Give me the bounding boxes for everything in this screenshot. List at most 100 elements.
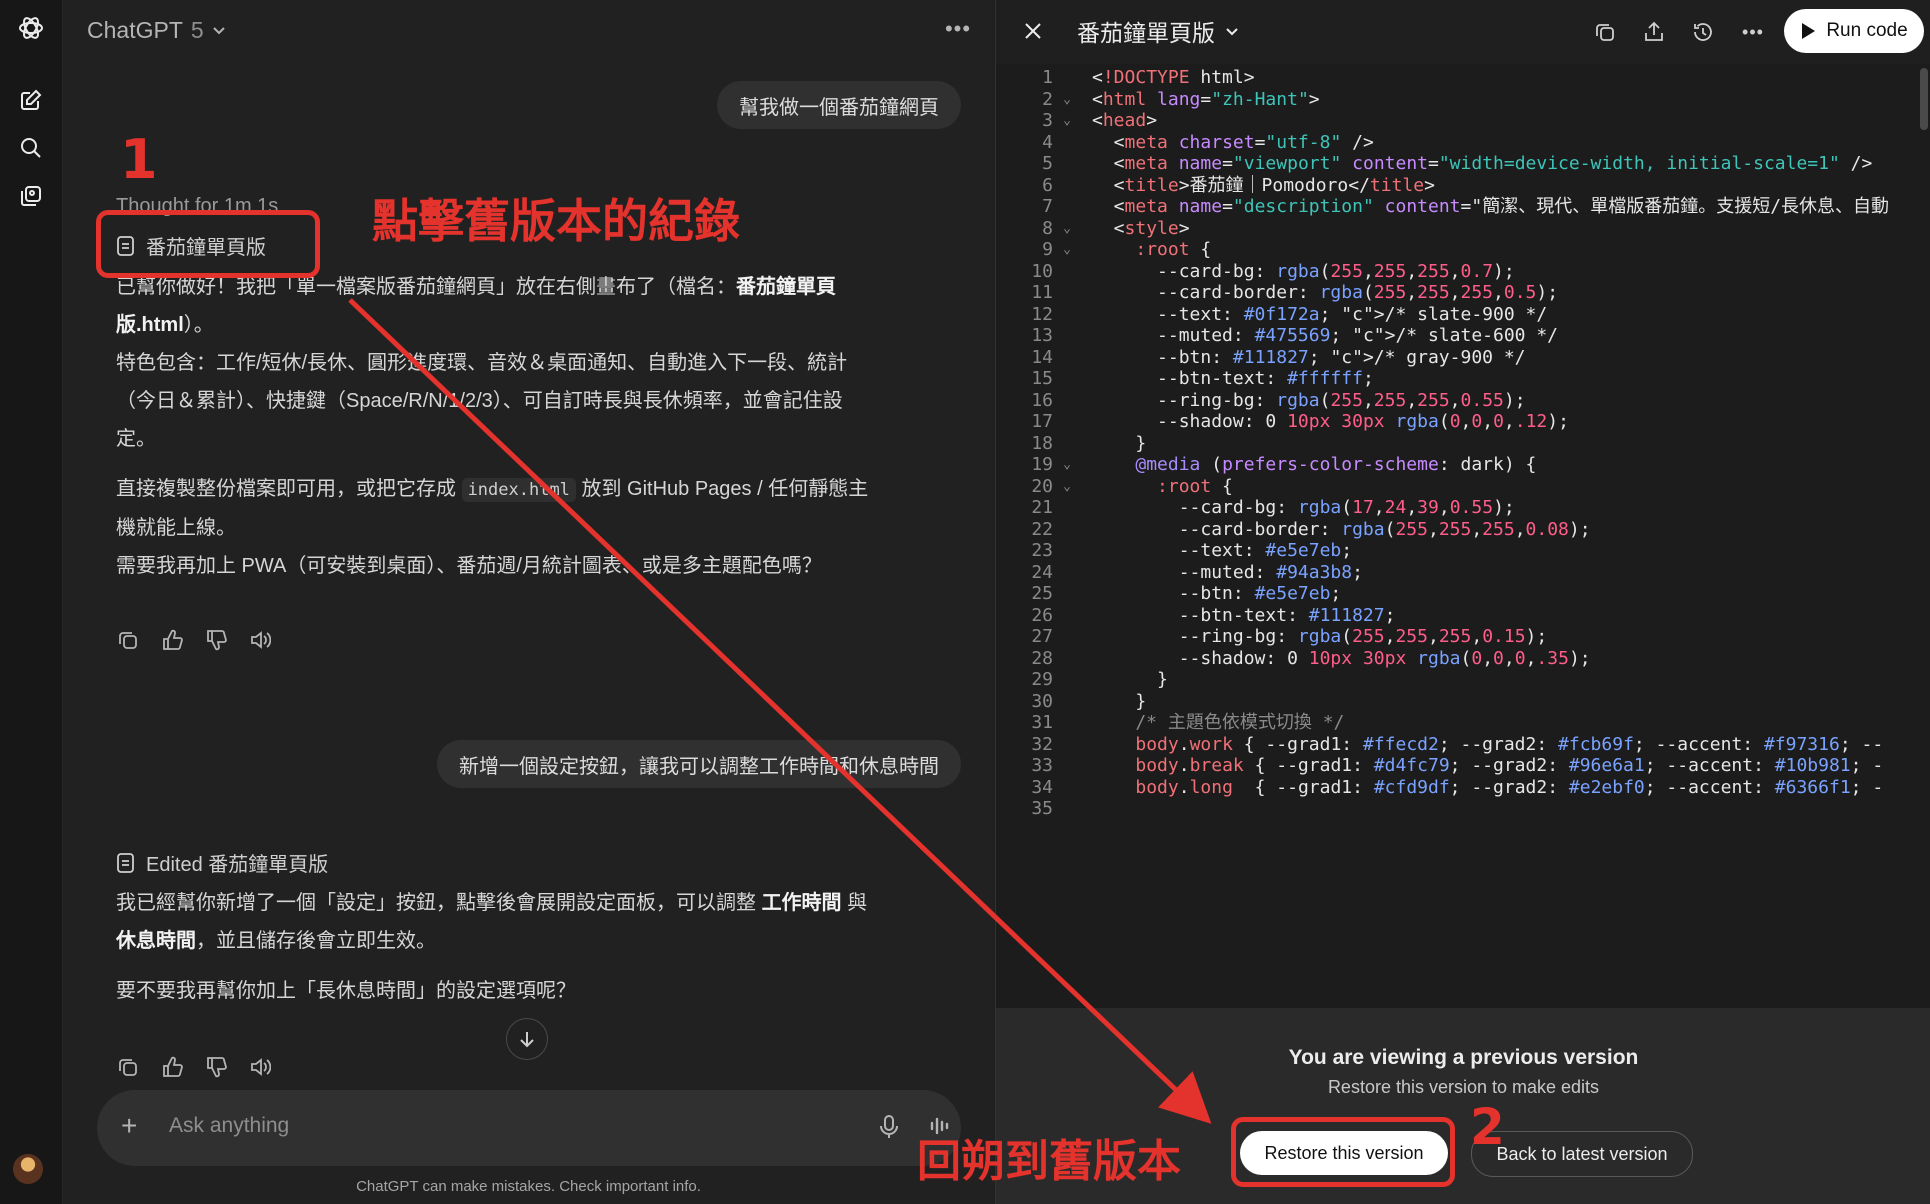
code-line[interactable]: 33 body.break { --grad1: #d4fc79; --grad… (996, 755, 1930, 777)
fold-chevron-icon[interactable]: ⌄ (1058, 476, 1076, 498)
code-text: :root { (1135, 239, 1212, 260)
library-icon[interactable] (13, 178, 49, 214)
code-line[interactable]: 24 --muted: #94a3b8; (996, 562, 1930, 584)
user-message-2: 新增一個設定按鈕，讓我可以調整工作時間和休息時間 (437, 740, 961, 788)
code-line[interactable]: 6 <title>番茄鐘｜Pomodoro</title> (996, 175, 1930, 197)
code-text: <head> (1092, 110, 1158, 131)
history-icon[interactable] (1686, 15, 1720, 49)
code-line[interactable]: 25 --btn: #e5e7eb; (996, 583, 1930, 605)
fold-chevron-icon[interactable]: ⌄ (1058, 239, 1076, 261)
code-text: --btn: #111827; "c">/* gray-900 */ (1092, 346, 1526, 368)
code-line[interactable]: 5 <meta name="viewport" content="width=d… (996, 153, 1930, 175)
document-icon (117, 852, 134, 873)
code-line[interactable]: 20 ⌄ :root { (996, 476, 1930, 498)
line-number: 12 (1031, 303, 1053, 325)
canvas-title[interactable]: 番茄鐘單頁版 (1077, 14, 1239, 48)
code-line[interactable]: 17 --shadow: 0 10px 30px rgba(0,0,0,.12)… (996, 411, 1930, 433)
thumbs-down-icon[interactable] (201, 1052, 231, 1082)
model-version: 5 (190, 16, 204, 43)
code-line[interactable]: 21 --card-bg: rgba(17,24,39,0.55); (996, 497, 1930, 519)
line-number: 26 (1031, 604, 1053, 626)
reply-text: 已幫你做好！我把「單一檔案版番茄鐘網頁」放在右側畫布了（檔名： (116, 276, 736, 298)
code-line[interactable]: 12 --text: #0f172a; "c">/* slate-900 */ (996, 304, 1930, 326)
code-line[interactable]: 31 /* 主題色依模式切換 */ (996, 712, 1930, 734)
annotation-box-artifact (96, 210, 320, 278)
more-options-icon[interactable]: ••• (1736, 15, 1770, 49)
microphone-icon[interactable] (879, 1114, 899, 1145)
code-line[interactable]: 30 } (996, 691, 1930, 713)
code-line[interactable]: 10 --card-bg: rgba(255,255,255,0.7); (996, 261, 1930, 283)
code-line[interactable]: 1 <!DOCTYPE html> (996, 67, 1930, 89)
copy-icon[interactable] (113, 625, 143, 655)
code-line[interactable]: 29 } (996, 669, 1930, 691)
fold-chevron-icon[interactable]: ⌄ (1058, 218, 1076, 240)
code-text: body.long { --grad1: #cfd9df; --grad2: #… (1135, 776, 1884, 798)
line-number: 29 (1031, 669, 1053, 690)
code-line[interactable]: 7 <meta name="description" content="簡潔、現… (996, 196, 1930, 218)
code-line[interactable]: 35 (996, 798, 1930, 820)
code-line[interactable]: 26 --btn-text: #111827; (996, 605, 1930, 627)
more-options-icon[interactable]: ••• (940, 14, 976, 44)
code-editor[interactable]: 1 <!DOCTYPE html> 2 ⌄ <html lang="zh-Hant"> 3… (996, 64, 1930, 1008)
code-line[interactable]: 28 --shadow: 0 10px 30px rgba(0,0,0,.35)… (996, 648, 1930, 670)
model-selector[interactable]: ChatGPT 5 (87, 14, 226, 46)
new-chat-icon[interactable] (13, 82, 49, 118)
code-line[interactable]: 13 --muted: #475569; "c">/* slate-600 */ (996, 325, 1930, 347)
code-line[interactable]: 14 --btn: #111827; "c">/* gray-900 */ (996, 347, 1930, 369)
copy-icon[interactable] (113, 1052, 143, 1082)
composer[interactable]: + Ask anything (97, 1090, 961, 1166)
code-line[interactable]: 19 ⌄ @media (prefers-color-scheme: dark) … (996, 454, 1930, 476)
artifact-label: Edited 番茄鐘單頁版 (146, 854, 329, 876)
line-number: 35 (1031, 798, 1053, 819)
fold-chevron-icon[interactable]: ⌄ (1058, 110, 1076, 132)
annotation-step-1-text: 點擊舊版本的紀錄 (372, 194, 740, 248)
line-number: 21 (1031, 497, 1053, 518)
line-number: 11 (1031, 282, 1053, 303)
code-line[interactable]: 9 ⌄ :root { (996, 239, 1930, 261)
run-code-button[interactable]: Run code (1784, 9, 1924, 53)
code-line[interactable]: 23 --text: #e5e7eb; (996, 540, 1930, 562)
model-name: ChatGPT (87, 16, 183, 43)
code-line[interactable]: 32 body.work { --grad1: #ffecd2; --grad2… (996, 734, 1930, 756)
share-icon[interactable] (1637, 15, 1671, 49)
fold-chevron-icon[interactable]: ⌄ (1058, 454, 1076, 476)
copy-icon[interactable] (1588, 15, 1622, 49)
avatar[interactable] (13, 1154, 43, 1184)
annotation-step-2-text: 回朔到舊版本 (917, 1136, 1181, 1187)
thumbs-up-icon[interactable] (157, 1052, 187, 1082)
message-actions-1 (113, 625, 275, 655)
code-line[interactable]: 16 --ring-bg: rgba(255,255,255,0.55); (996, 390, 1930, 412)
line-number: 10 (1031, 260, 1053, 282)
line-number: 9 (1042, 239, 1053, 260)
code-line[interactable]: 15 --btn-text: #ffffff; (996, 368, 1930, 390)
code-line[interactable]: 8 ⌄ <style> (996, 218, 1930, 240)
code-line[interactable]: 4 <meta charset="utf-8" /> (996, 132, 1930, 154)
code-line[interactable]: 27 --ring-bg: rgba(255,255,255,0.15); (996, 626, 1930, 648)
line-number: 3 (1042, 110, 1053, 131)
plus-icon[interactable]: + (121, 1112, 137, 1140)
message-input[interactable]: Ask anything (169, 1114, 289, 1138)
line-number: 16 (1031, 389, 1053, 411)
line-number: 22 (1031, 518, 1053, 540)
thumbs-down-icon[interactable] (201, 625, 231, 655)
code-line[interactable]: 18 } (996, 433, 1930, 455)
code-line[interactable]: 22 --card-border: rgba(255,255,255,0.08)… (996, 519, 1930, 541)
code-line[interactable]: 11 --card-border: rgba(255,255,255,0.5); (996, 282, 1930, 304)
code-line[interactable]: 2 ⌄ <html lang="zh-Hant"> (996, 89, 1930, 111)
read-aloud-icon[interactable] (245, 1052, 275, 1082)
code-text: --ring-bg: rgba(255,255,255,0.15); (1092, 626, 1548, 647)
openai-logo-icon[interactable] (13, 10, 49, 46)
code-text: body.break { --grad1: #d4fc79; --grad2: … (1135, 755, 1884, 776)
scroll-down-button[interactable] (506, 1018, 548, 1060)
code-line[interactable]: 34 body.long { --grad1: #cfd9df; --grad2… (996, 777, 1930, 799)
code-scrollbar[interactable] (1920, 68, 1928, 130)
assistant-reply-1: 已幫你做好！我把「單一檔案版番茄鐘網頁」放在右側畫布了（檔名：番茄鐘單頁 版.h… (116, 268, 946, 585)
search-icon[interactable] (13, 130, 49, 166)
close-icon[interactable] (1018, 16, 1048, 46)
code-text: --btn-text: #111827; (1092, 604, 1396, 626)
code-line[interactable]: 3 ⌄ <head> (996, 110, 1930, 132)
read-aloud-icon[interactable] (245, 625, 275, 655)
thumbs-up-icon[interactable] (157, 625, 187, 655)
artifact-link-edited[interactable]: Edited 番茄鐘單頁版 (116, 848, 328, 877)
fold-chevron-icon[interactable]: ⌄ (1058, 89, 1076, 111)
